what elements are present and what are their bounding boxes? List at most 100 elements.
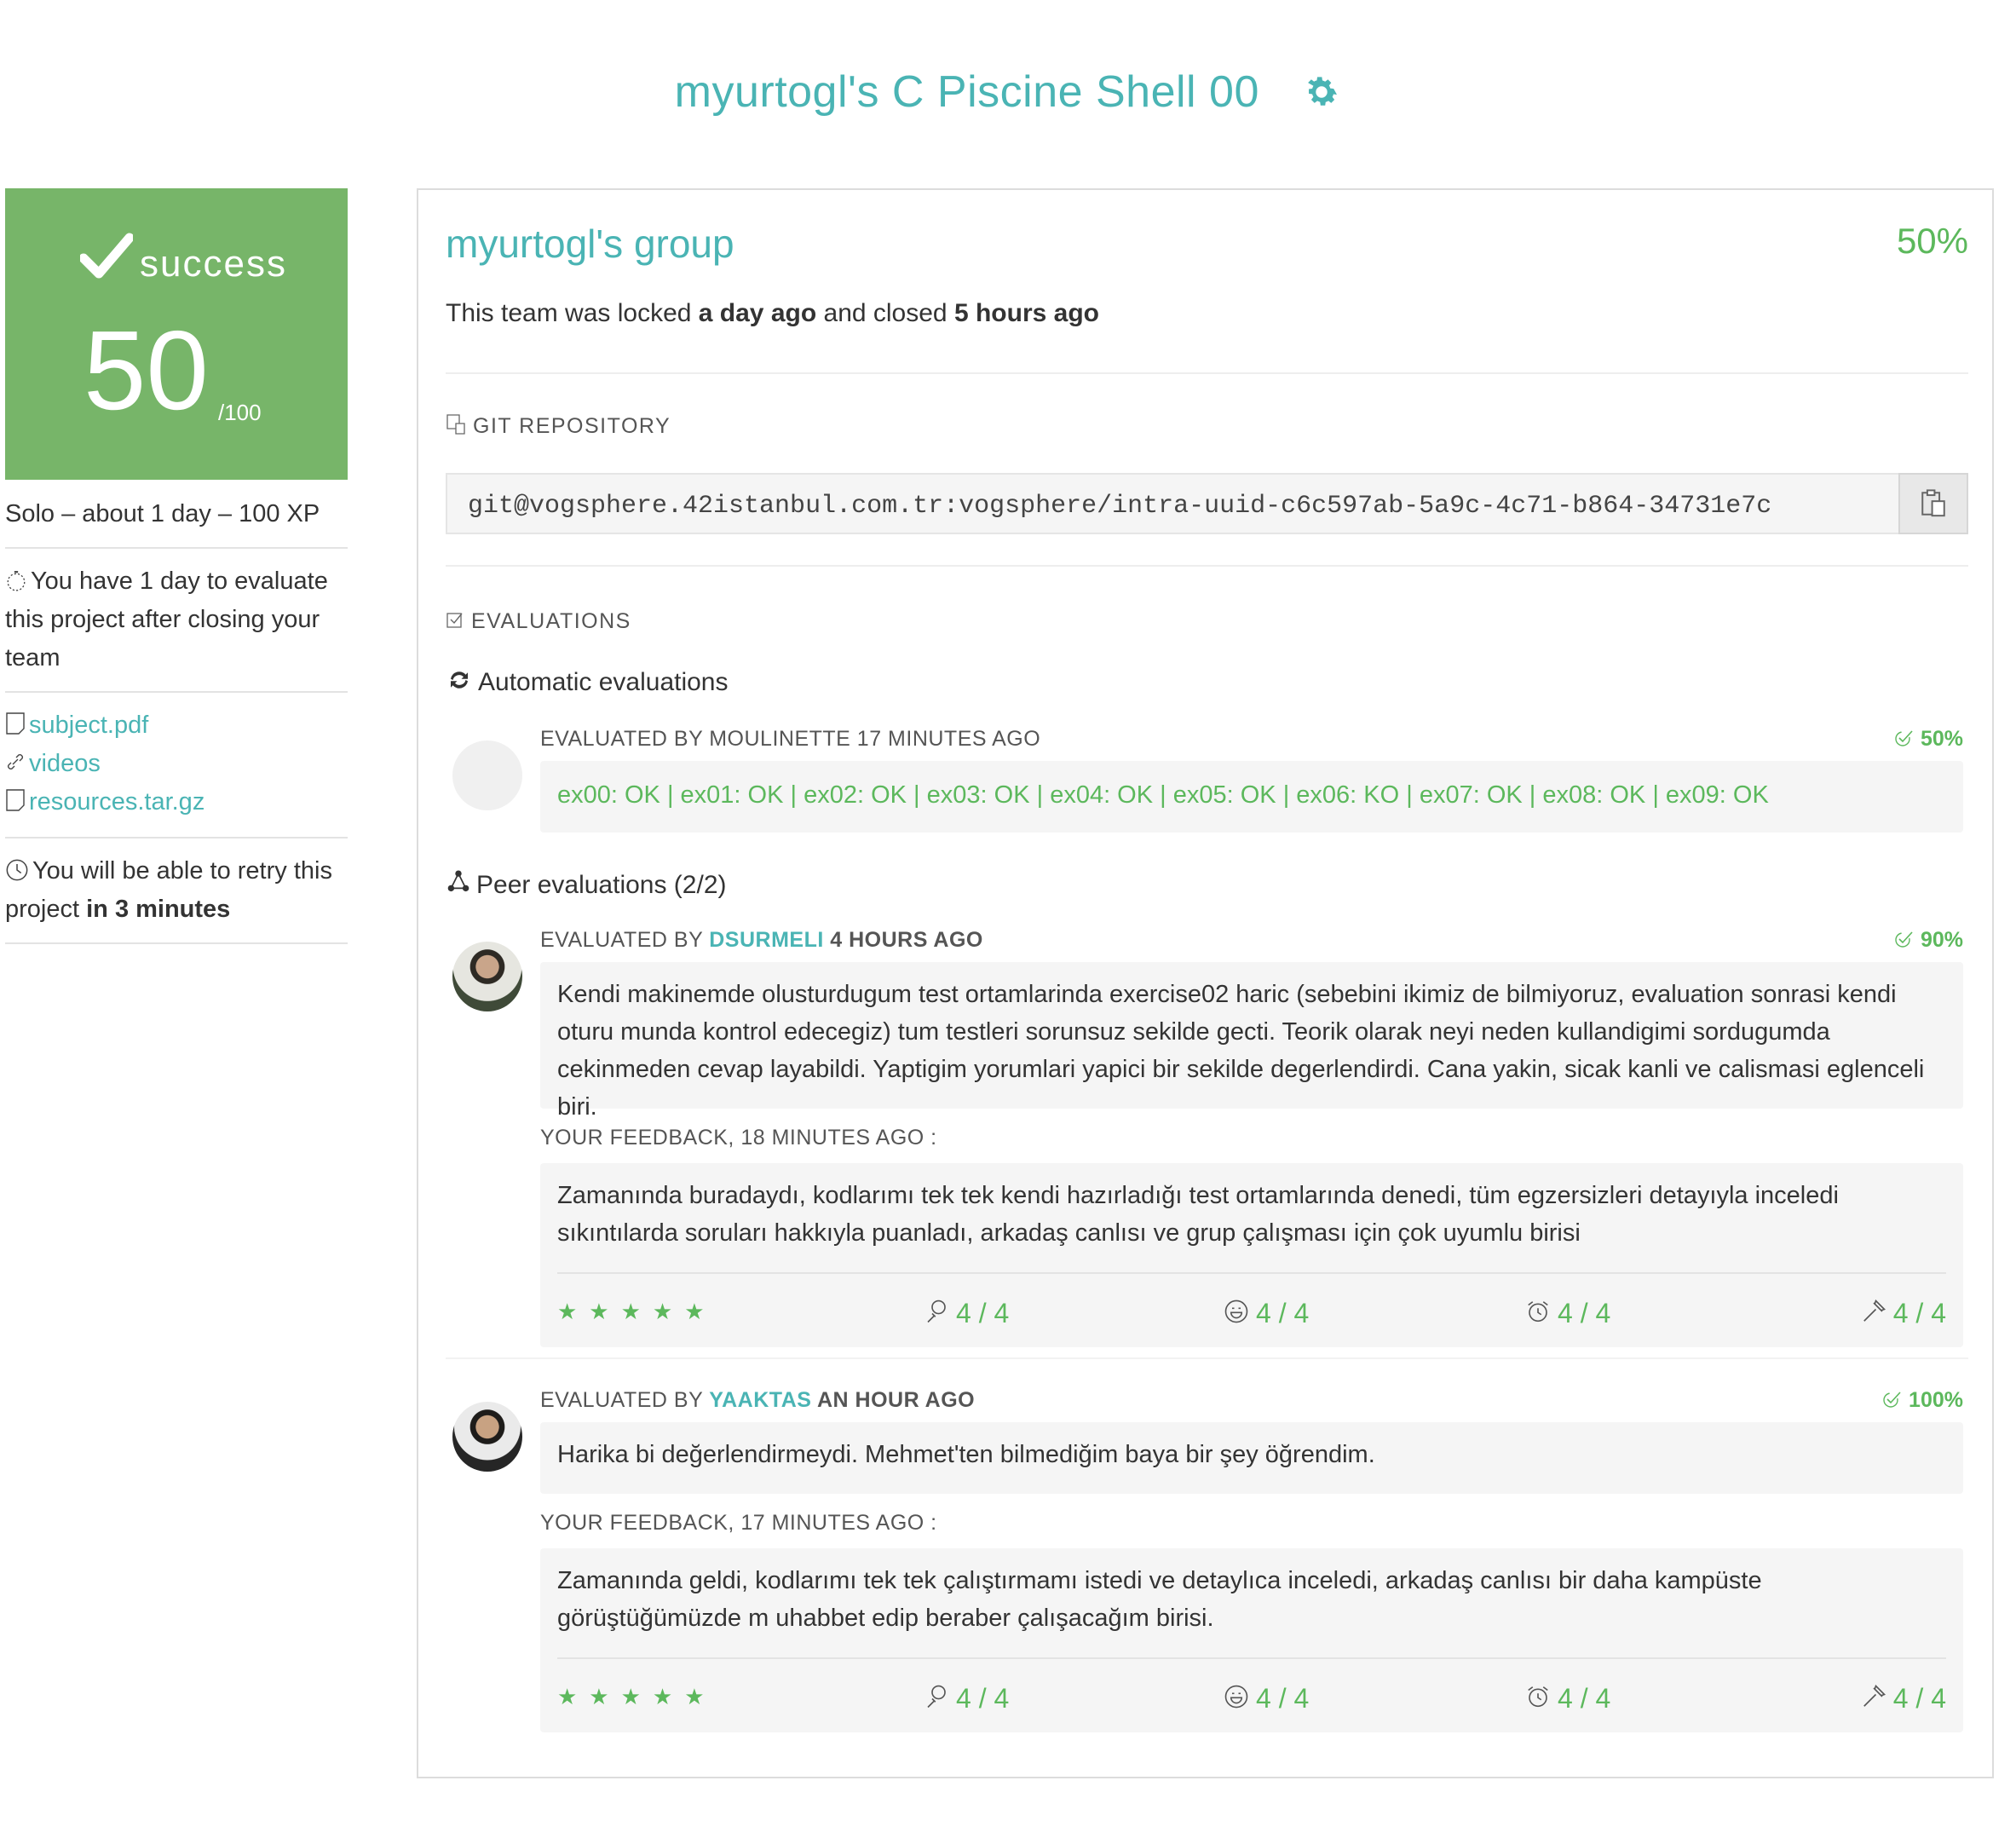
- evaluation-percent: 100%: [1881, 1388, 1963, 1413]
- evaluator-comment: Kendi makinemde olusturdugum test ortaml…: [540, 962, 1963, 1121]
- evaluate-note-text: You have 1 day to evaluate this project …: [5, 568, 328, 671]
- rating-value: 4 / 4: [956, 1683, 1010, 1714]
- rating-value: 4 / 4: [1558, 1298, 1611, 1328]
- evaluated-by: EVALUATED BY MOULINETTE 17 MINUTES AGO: [540, 727, 1041, 751]
- final-score: 50: [84, 308, 209, 433]
- peers-icon: [447, 870, 469, 892]
- evaluated-by: EVALUATED BY YAAKTAS AN HOUR AGO: [540, 1388, 975, 1413]
- project-meta: Solo – about 1 day – 100 XP: [5, 480, 348, 549]
- rating-rigor: 4 / 4: [1861, 1294, 1946, 1332]
- check-circle-icon: [1895, 730, 1913, 746]
- feedback-text: Zamanında geldi, kodlarımı tek tek çalış…: [557, 1567, 1762, 1632]
- team-lock-status: This team was locked a day ago and close…: [446, 299, 1099, 328]
- clock-icon: [6, 859, 28, 881]
- evaluation-percent: 90%: [1893, 928, 1963, 953]
- repository-url[interactable]: git@vogsphere.42istanbul.com.tr:vogspher…: [446, 473, 1899, 534]
- evaluated-by: EVALUATED BY DSURMELI 4 HOURS AGO: [540, 928, 983, 953]
- rating-value: 4 / 4: [1256, 1683, 1310, 1714]
- status-label: success: [140, 243, 287, 285]
- star-rating: ★★★★★: [557, 1684, 717, 1709]
- git-repository-heading: GIT REPOSITORY: [446, 413, 671, 439]
- file-link-videos[interactable]: videos: [5, 745, 348, 783]
- file-name[interactable]: subject.pdf: [29, 712, 148, 739]
- smiley-icon: [1224, 1685, 1248, 1709]
- evaluations-heading: EVALUATIONS: [446, 609, 631, 634]
- rating-interest: 4 / 4: [924, 1680, 1009, 1717]
- percent-value: 90%: [1920, 928, 1963, 952]
- checkbox-icon: [446, 613, 463, 628]
- automatic-title-text: Automatic evaluations: [478, 668, 729, 696]
- check-circle-icon: [1895, 931, 1913, 948]
- copy-button[interactable]: [1898, 473, 1968, 534]
- by-prefix: EVALUATED BY: [540, 928, 710, 952]
- check-circle-icon: [1883, 1392, 1901, 1408]
- peer-evaluations-title: Peer evaluations (2/2): [446, 868, 727, 900]
- hammer-icon: [1863, 1299, 1886, 1322]
- group-name: myurtogl's group: [446, 222, 734, 266]
- star-rating: ★★★★★: [557, 1299, 717, 1324]
- nice-icon: [927, 1299, 946, 1323]
- avatar: [452, 740, 522, 810]
- feedback-ratings: ★★★★★ 4 / 4 4 / 4 4 / 4 4 / 4: [557, 1657, 1946, 1726]
- rating-interest: 4 / 4: [924, 1294, 1009, 1332]
- project-files: subject.pdf videos resources.tar.gz: [5, 693, 348, 838]
- alarm-clock-icon: [1528, 1301, 1548, 1322]
- file-name[interactable]: resources.tar.gz: [29, 788, 204, 815]
- evaluation-time: 4 HOURS AGO: [823, 928, 983, 952]
- git-repository-label: GIT REPOSITORY: [473, 414, 671, 438]
- rating-friendly: 4 / 4: [1224, 1294, 1309, 1332]
- git-repository: git@vogsphere.42istanbul.com.tr:vogspher…: [446, 473, 1968, 534]
- feedback-box: Zamanında geldi, kodlarımı tek tek çalış…: [540, 1548, 1963, 1732]
- divider: [446, 565, 1968, 567]
- closed-when: 5 hours ago: [953, 299, 1099, 327]
- project-title: myurtogl's C Piscine Shell 00: [674, 67, 1259, 117]
- evaluations-label: EVALUATIONS: [471, 609, 631, 633]
- file-link-resources[interactable]: resources.tar.gz: [5, 783, 348, 821]
- group-percent: 50%: [1896, 221, 1968, 261]
- evaluator-comment: Harika bi değerlendirmeydi. Mehmet'ten b…: [540, 1422, 1963, 1494]
- alarm-clock-icon: [1528, 1686, 1548, 1708]
- smiley-icon: [1224, 1299, 1248, 1323]
- nice-icon: [927, 1685, 946, 1709]
- link-icon: [8, 754, 23, 769]
- score-card: success 50 /100: [5, 188, 348, 480]
- gear-icon[interactable]: [1302, 72, 1341, 112]
- moulinette-results: ex00: OK | ex01: OK | ex02: OK | ex03: O…: [540, 761, 1963, 833]
- document-icon: [6, 789, 25, 811]
- hammer-icon: [1863, 1684, 1886, 1707]
- divider: [446, 372, 1968, 374]
- lock-prefix: This team was locked: [446, 299, 699, 327]
- feedback-box: Zamanında buradaydı, kodlarımı tek tek k…: [540, 1163, 1963, 1347]
- percent-value: 100%: [1909, 1388, 1963, 1412]
- feedback-label: YOUR FEEDBACK, 17 MINUTES AGO :: [540, 1511, 937, 1535]
- avatar[interactable]: [452, 942, 522, 1011]
- rating-punctuality: 4 / 4: [1525, 1680, 1610, 1717]
- evaluator-login[interactable]: DSURMELI: [709, 928, 824, 952]
- rating-value: 4 / 4: [956, 1298, 1010, 1328]
- retry-time: in 3 minutes: [86, 896, 231, 923]
- avatar[interactable]: [452, 1402, 522, 1472]
- rating-value: 4 / 4: [1892, 1683, 1946, 1714]
- check-icon: [80, 233, 133, 279]
- percent-value: 50%: [1920, 727, 1963, 751]
- refresh-icon: [451, 671, 468, 689]
- by-prefix: EVALUATED BY: [540, 1388, 710, 1412]
- repository-icon: [446, 414, 465, 435]
- rating-value: 4 / 4: [1892, 1298, 1946, 1328]
- feedback-label: YOUR FEEDBACK, 18 MINUTES AGO :: [540, 1126, 937, 1150]
- file-name[interactable]: videos: [29, 750, 101, 777]
- stopwatch-icon: [7, 571, 26, 591]
- evaluation-percent: 50%: [1893, 727, 1963, 752]
- team-panel: myurtogl's group 50% This team was locke…: [417, 188, 1994, 1778]
- rating-punctuality: 4 / 4: [1525, 1294, 1610, 1332]
- evaluator-login[interactable]: YAAKTAS: [709, 1388, 811, 1412]
- file-link-subject[interactable]: subject.pdf: [5, 706, 348, 745]
- rating-friendly: 4 / 4: [1224, 1680, 1309, 1717]
- lock-mid: and closed: [816, 299, 954, 327]
- divider: [446, 1357, 1968, 1359]
- rating-value: 4 / 4: [1558, 1683, 1611, 1714]
- clipboard-icon: [1921, 489, 1945, 517]
- lock-when: a day ago: [698, 299, 817, 327]
- automatic-evaluations-title: Automatic evaluations: [446, 667, 729, 697]
- peer-title-text: Peer evaluations (2/2): [476, 871, 727, 899]
